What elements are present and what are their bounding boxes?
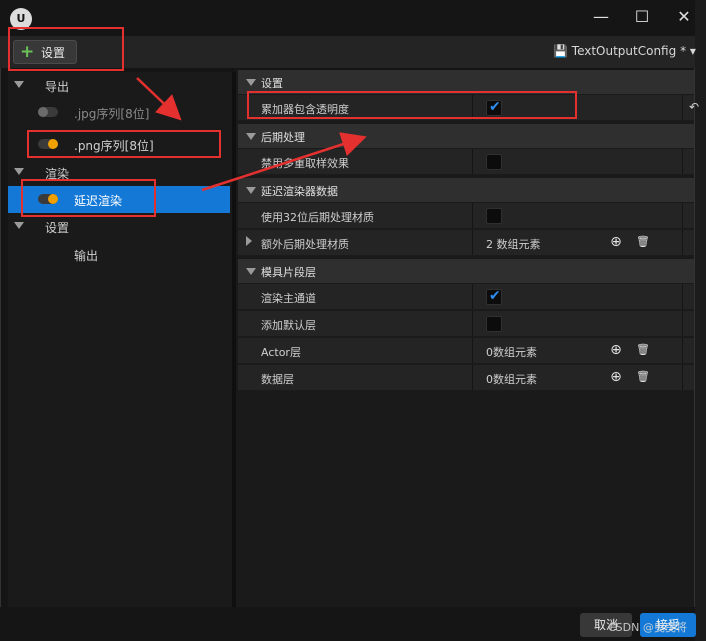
property-row-add-default-layer: 添加默认层 [238, 311, 694, 337]
section-header-deferred-data[interactable]: 延迟渲染器数据 [238, 178, 694, 202]
section-title: 模具片段层 [261, 266, 316, 279]
add-element-icon[interactable]: ⊕ [608, 342, 624, 358]
delete-icon[interactable]: 🗑 [635, 234, 651, 250]
expand-arrow-icon[interactable] [14, 81, 24, 88]
section-title: 后期处理 [261, 131, 305, 144]
annotation-box-settings [8, 27, 124, 71]
expand-arrow-icon[interactable] [246, 236, 252, 246]
collapse-arrow-icon[interactable] [246, 187, 256, 194]
add-default-layer-checkbox[interactable] [486, 316, 502, 332]
property-name: 数据层 [261, 373, 294, 386]
tree-category-settings[interactable]: 设置 [8, 213, 230, 240]
collapse-arrow-icon[interactable] [246, 133, 256, 140]
tree-label: 输出 [74, 249, 99, 263]
reset-to-default-icon[interactable]: ↶ [689, 100, 703, 114]
property-name: Actor层 [261, 346, 301, 359]
tree-label: .jpg序列[8位] [74, 107, 150, 121]
property-row-extra-post-material: 额外后期处理材质 2 数组元素 ⊕ 🗑 [238, 230, 694, 256]
check-icon: ✔ [489, 288, 501, 304]
delete-icon[interactable]: 🗑 [635, 342, 651, 358]
save-icon: 💾 [553, 44, 568, 58]
expand-arrow-icon[interactable] [14, 222, 24, 229]
tree-item-jpg-sequence[interactable]: .jpg序列[8位] [8, 99, 230, 126]
add-element-icon[interactable]: ⊕ [608, 234, 624, 250]
add-element-icon[interactable]: ⊕ [608, 369, 624, 385]
array-count: 0数组元素 [486, 346, 537, 359]
render-main-pass-checkbox[interactable]: ✔ [486, 288, 502, 305]
annotation-box-png [27, 130, 221, 158]
property-name: 禁用多重取样效果 [261, 157, 349, 170]
annotation-box-deferred [21, 179, 156, 217]
property-name: 添加默认层 [261, 319, 316, 332]
tree-item-output[interactable]: 输出 [8, 241, 230, 268]
property-row-32bit-material: 使用32位后期处理材质 [238, 203, 694, 229]
collapse-arrow-icon[interactable] [246, 79, 256, 86]
32bit-material-checkbox[interactable] [486, 208, 502, 224]
array-count: 2 数组元素 [486, 238, 541, 251]
property-row-data-layers: 数据层 0数组元素 ⊕ 🗑 [238, 365, 694, 391]
delete-icon[interactable]: 🗑 [635, 369, 651, 385]
tree-label: 设置 [45, 221, 70, 235]
section-title: 延迟渲染器数据 [261, 185, 338, 198]
tree-label: 导出 [45, 80, 70, 94]
config-selector[interactable]: 💾 TextOutputConfig * ▾ [553, 44, 696, 62]
chevron-down-icon: ▾ [689, 44, 696, 58]
property-name: 使用32位后期处理材质 [261, 211, 374, 224]
property-row-disable-multisample: 禁用多重取样效果 [238, 149, 694, 175]
disable-multisample-checkbox[interactable] [486, 154, 502, 170]
tree-category-export[interactable]: 导出 [8, 72, 230, 99]
maximize-button[interactable]: ☐ [627, 4, 657, 30]
watermark: CSDN @曳曳将 [608, 621, 687, 634]
background-window-right-edge [694, 0, 706, 641]
annotation-box-accumulator [247, 91, 577, 119]
minimize-button[interactable]: — [586, 4, 616, 30]
toggle-switch[interactable] [38, 107, 58, 117]
property-name: 渲染主通道 [261, 292, 316, 305]
array-count: 0数组元素 [486, 373, 537, 386]
property-row-render-main-pass: 渲染主通道 ✔ [238, 284, 694, 310]
close-button[interactable]: ✕ [669, 4, 699, 30]
section-header-post-process[interactable]: 后期处理 [238, 124, 694, 148]
section-header-stencil-layers[interactable]: 模具片段层 [238, 259, 694, 283]
section-title: 设置 [261, 77, 283, 90]
collapse-arrow-icon[interactable] [246, 268, 256, 275]
property-name: 额外后期处理材质 [261, 238, 349, 251]
unsaved-marker: * [680, 44, 687, 58]
property-row-actor-layers: Actor层 0数组元素 ⊕ 🗑 [238, 338, 694, 364]
expand-arrow-icon[interactable] [14, 168, 24, 175]
config-name: TextOutputConfig [571, 44, 677, 58]
